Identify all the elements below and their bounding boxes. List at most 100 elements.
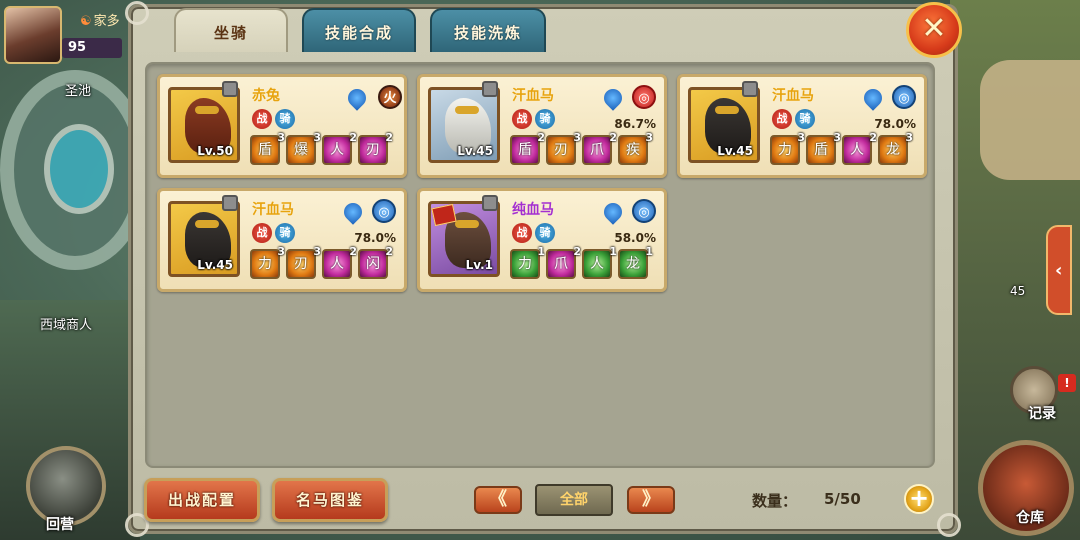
lock-icon[interactable]	[482, 81, 498, 97]
player-name-text: 家多	[93, 14, 120, 29]
side-expand-button[interactable]: ‹	[1046, 225, 1072, 315]
skill-level: 2	[537, 131, 545, 144]
mount-status-row: 战骑	[252, 221, 298, 243]
lock-icon[interactable]	[222, 195, 238, 211]
skill-icon: 龙	[626, 256, 640, 272]
skill-level: 2	[385, 245, 393, 258]
mount-catalog-button[interactable]: 名马图鉴	[272, 478, 388, 522]
skill-slot[interactable]: 盾3	[250, 131, 285, 165]
ride-status-icon: 骑	[795, 109, 815, 129]
skill-slot[interactable]: 力1	[510, 245, 545, 279]
element-icon: ◎	[892, 85, 916, 109]
skill-slot[interactable]: 盾3	[806, 131, 841, 165]
bridle-icon	[715, 106, 739, 114]
bridle-icon	[195, 220, 219, 228]
mount-portrait[interactable]: Lv.45	[428, 87, 500, 163]
merchant-label[interactable]: 西域商人	[40, 314, 92, 333]
mount-progress-percent: 78.0%	[354, 231, 396, 245]
mount-portrait[interactable]: Lv.45	[688, 87, 760, 163]
skill-icon: 龙	[886, 142, 900, 158]
skill-slot[interactable]: 爆3	[286, 131, 321, 165]
sacred-pool-water	[44, 124, 114, 214]
battle-status-icon: 战	[512, 109, 532, 129]
tab-skill-refine[interactable]: 技能洗炼	[430, 8, 546, 52]
mount-level: Lv.45	[457, 144, 493, 158]
mount-card[interactable]: Lv.45 汗血马战骑 ◎ 78.0% 力 3 盾 3 人 2 龙 3	[677, 74, 927, 178]
deploy-config-button[interactable]: 出战配置	[144, 478, 260, 522]
skill-icon: 刃	[554, 142, 568, 158]
player-avatar[interactable]	[4, 6, 62, 64]
skill-level: 3	[645, 131, 653, 144]
skill-slot[interactable]: 龙3	[878, 131, 913, 165]
skill-slot[interactable]: 刃3	[286, 245, 321, 279]
skill-slot[interactable]: 龙1	[618, 245, 653, 279]
close-button[interactable]: ✕	[906, 2, 962, 58]
skill-icon: 力	[518, 256, 532, 272]
water-drop-icon	[600, 85, 626, 111]
lock-icon[interactable]	[742, 81, 758, 97]
battle-status-icon: 战	[252, 223, 272, 243]
skill-icon: 盾	[258, 142, 272, 158]
skill-icon: 闪	[366, 256, 380, 272]
mount-portrait[interactable]: Lv.50	[168, 87, 240, 163]
ride-status-icon: 骑	[535, 109, 555, 129]
record-alert-badge: !	[1058, 374, 1076, 392]
bridle-icon	[195, 106, 219, 114]
mount-name: 赤兔	[252, 88, 280, 104]
battle-status-icon: 战	[512, 223, 532, 243]
lock-icon[interactable]	[482, 195, 498, 211]
skill-icon: 刃	[366, 142, 380, 158]
vip-icon: ☯	[80, 14, 92, 29]
skill-icon: 力	[778, 142, 792, 158]
ride-status-icon: 骑	[275, 109, 295, 129]
npc-level-label: 45	[1010, 284, 1026, 298]
element-icon: ◎	[632, 85, 656, 109]
skill-icon: 人	[330, 142, 344, 158]
corner-flourish-icon	[125, 1, 149, 25]
mount-card[interactable]: Lv.1 纯血马战骑 ◎ 58.0% 力 1 爪 2 人 1 龙 1	[417, 188, 667, 292]
skill-level: 2	[869, 131, 877, 144]
mount-status-row: 战骑	[772, 107, 818, 129]
mount-count-value: 5/50	[824, 490, 861, 508]
mount-card[interactable]: Lv.45 汗血马战骑 ◎ 86.7% 盾 2 刃 3 爪 2 疾 3	[417, 74, 667, 178]
mount-count-label: 数量：	[752, 492, 798, 510]
filter-all-button[interactable]: 全部	[535, 484, 613, 516]
tab-skill-synthesis[interactable]: 技能合成	[302, 8, 416, 52]
skill-level: 2	[573, 245, 581, 258]
skill-list: 盾3爆3人2刃2	[250, 131, 394, 169]
skill-slot[interactable]: 人1	[582, 245, 617, 279]
skill-level: 2	[385, 131, 393, 144]
skill-slot[interactable]: 疾3	[618, 131, 653, 165]
add-slot-button[interactable]: +	[904, 484, 934, 514]
skill-slot[interactable]: 刃3	[546, 131, 581, 165]
skill-slot[interactable]: 人2	[322, 245, 357, 279]
prev-page-button[interactable]: 《	[474, 486, 522, 514]
skill-slot[interactable]: 人2	[322, 131, 357, 165]
skill-slot[interactable]: 爪2	[546, 245, 581, 279]
skill-icon: 人	[850, 142, 864, 158]
skill-slot[interactable]: 盾2	[510, 131, 545, 165]
bridle-icon	[455, 106, 479, 114]
tab-mount[interactable]: 坐骑	[174, 8, 288, 52]
lock-icon[interactable]	[222, 81, 238, 97]
mount-card[interactable]: Lv.50 赤兔战骑火盾 3 爆 3 人 2 刃 2	[157, 74, 407, 178]
mount-progress-percent: 86.7%	[614, 117, 656, 131]
mount-portrait[interactable]: Lv.45	[168, 201, 240, 277]
chevron-left-icon: ‹	[1055, 260, 1063, 281]
skill-slot[interactable]: 刃2	[358, 131, 393, 165]
corner-flourish-icon	[937, 513, 961, 537]
skill-slot[interactable]: 闪2	[358, 245, 393, 279]
mount-card[interactable]: Lv.45 汗血马战骑 ◎ 78.0% 力 3 刃 3 人 2 闪 2	[157, 188, 407, 292]
next-page-button[interactable]: 》	[627, 486, 675, 514]
record-label: 记录	[1028, 406, 1056, 422]
skill-slot[interactable]: 力3	[250, 245, 285, 279]
skill-slot[interactable]: 力3	[770, 131, 805, 165]
skill-icon: 爪	[590, 142, 604, 158]
skill-slot[interactable]: 爪2	[582, 131, 617, 165]
mount-portrait[interactable]: Lv.1	[428, 201, 500, 277]
skill-slot[interactable]: 人2	[842, 131, 877, 165]
skill-level: 3	[313, 245, 321, 258]
skill-level: 3	[573, 131, 581, 144]
ride-status-icon: 骑	[535, 223, 555, 243]
skill-level: 3	[277, 245, 285, 258]
